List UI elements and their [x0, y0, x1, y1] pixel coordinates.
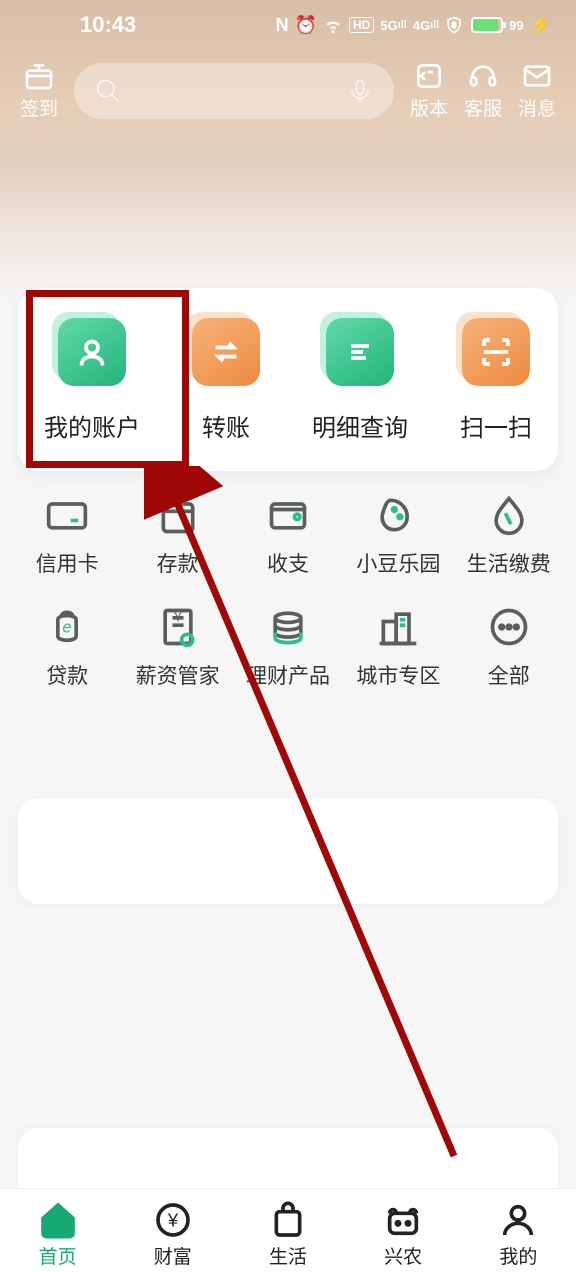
salary-icon: ¥: [155, 604, 201, 650]
message-label: 消息: [518, 94, 556, 121]
detail-query-button[interactable]: 明细查询: [312, 318, 408, 443]
bolt-icon: ⚡: [530, 15, 552, 36]
promo-card[interactable]: [18, 798, 558, 904]
nav-life[interactable]: 生活: [268, 1200, 308, 1269]
home-icon: [38, 1200, 78, 1240]
scan-button[interactable]: 扫一扫: [460, 318, 532, 443]
bill-pay-button[interactable]: 生活缴费: [456, 492, 562, 578]
wealth-icon: ¥: [153, 1200, 193, 1240]
bean-park-button[interactable]: 小豆乐园: [345, 492, 451, 578]
svg-text:$: $: [452, 20, 457, 29]
mic-icon[interactable]: [346, 77, 374, 105]
all-label: 全部: [488, 660, 530, 690]
nav-wealth[interactable]: ¥ 财富: [153, 1200, 193, 1269]
search-input[interactable]: [74, 63, 394, 119]
agri-icon: [383, 1200, 423, 1240]
finance-product-button[interactable]: 理财产品: [235, 604, 341, 690]
search-icon: [94, 77, 122, 105]
bean-park-label: 小豆乐园: [356, 548, 440, 578]
signal-4g-icon: 4Gıll: [413, 18, 439, 33]
detail-query-label: 明细查询: [312, 408, 408, 443]
battery-icon: [469, 17, 503, 33]
nav-life-label: 生活: [269, 1242, 307, 1269]
signal-5g-icon: 5Gıll: [380, 18, 406, 33]
feed-card[interactable]: [18, 1128, 558, 1188]
nav-wealth-label: 财富: [154, 1242, 192, 1269]
svg-text:e: e: [63, 619, 72, 637]
wallet-icon: [265, 492, 311, 538]
transfer-label: 转账: [202, 408, 250, 443]
coins-icon: [265, 604, 311, 650]
version-label: 版本: [410, 94, 448, 121]
nav-home-label: 首页: [39, 1242, 77, 1269]
detail-icon: [326, 318, 394, 386]
life-icon: [268, 1200, 308, 1240]
credit-card-icon: [44, 492, 90, 538]
bottom-nav: 首页 ¥ 财富 生活 兴农 我的: [0, 1188, 576, 1280]
checkin-label: 签到: [20, 94, 58, 121]
battery-pct: 99: [509, 18, 523, 33]
nav-agri-label: 兴农: [384, 1242, 422, 1269]
nav-mine-label: 我的: [499, 1242, 537, 1269]
transfer-button[interactable]: 转账: [192, 318, 260, 443]
finance-product-label: 理财产品: [246, 660, 330, 690]
my-account-button[interactable]: 我的账户: [44, 318, 140, 443]
deposit-button[interactable]: 存款: [125, 492, 231, 578]
service-button[interactable]: 客服: [464, 60, 502, 121]
version-button[interactable]: 版本: [410, 60, 448, 121]
all-button[interactable]: 全部: [456, 604, 562, 690]
salary-button[interactable]: ¥ 薪资管家: [125, 604, 231, 690]
income-expense-label: 收支: [267, 548, 309, 578]
scan-label: 扫一扫: [460, 408, 532, 443]
loan-label: 贷款: [46, 660, 88, 690]
deposit-label: 存款: [157, 548, 199, 578]
bean-icon: [375, 492, 421, 538]
alarm-icon: ⏰: [295, 15, 317, 36]
status-icons: N ⏰ HD 5Gıll 4Gıll $ 99 ⚡: [276, 15, 552, 36]
mine-icon: [498, 1200, 538, 1240]
hd-icon: HD: [349, 17, 374, 33]
svg-text:¥: ¥: [173, 610, 182, 625]
more-icon: [486, 604, 532, 650]
shield-icon: $: [445, 16, 463, 34]
nfc-icon: N: [276, 15, 289, 36]
credit-card-button[interactable]: 信用卡: [14, 492, 120, 578]
main-quick-actions: 我的账户 转账 明细查询 扫一扫: [18, 288, 558, 471]
loan-button[interactable]: e 贷款: [14, 604, 120, 690]
city-zone-button[interactable]: 城市专区: [345, 604, 451, 690]
drop-icon: [486, 492, 532, 538]
status-bar: 10:43 N ⏰ HD 5Gıll 4Gıll $ 99 ⚡: [0, 0, 576, 50]
nav-home[interactable]: 首页: [38, 1200, 78, 1269]
income-expense-button[interactable]: 收支: [235, 492, 341, 578]
loan-icon: e: [44, 604, 90, 650]
deposit-icon: [155, 492, 201, 538]
transfer-icon: [192, 318, 260, 386]
credit-card-label: 信用卡: [36, 548, 99, 578]
services-grid: 信用卡 存款 收支 小豆乐园 生活缴费: [0, 492, 576, 716]
status-time: 10:43: [80, 12, 136, 38]
service-label: 客服: [464, 94, 502, 121]
scan-icon: [462, 318, 530, 386]
top-bar: 签到 版本 客服 消息: [0, 50, 576, 121]
nav-agri[interactable]: 兴农: [383, 1200, 423, 1269]
city-zone-label: 城市专区: [356, 660, 440, 690]
my-account-label: 我的账户: [44, 408, 140, 443]
message-button[interactable]: 消息: [518, 60, 556, 121]
city-icon: [375, 604, 421, 650]
nav-mine[interactable]: 我的: [498, 1200, 538, 1269]
bill-pay-label: 生活缴费: [467, 548, 551, 578]
svg-text:¥: ¥: [167, 1210, 179, 1231]
wifi-icon: [323, 15, 343, 35]
checkin-button[interactable]: 签到: [20, 60, 58, 121]
salary-label: 薪资管家: [136, 660, 220, 690]
account-icon: [58, 318, 126, 386]
